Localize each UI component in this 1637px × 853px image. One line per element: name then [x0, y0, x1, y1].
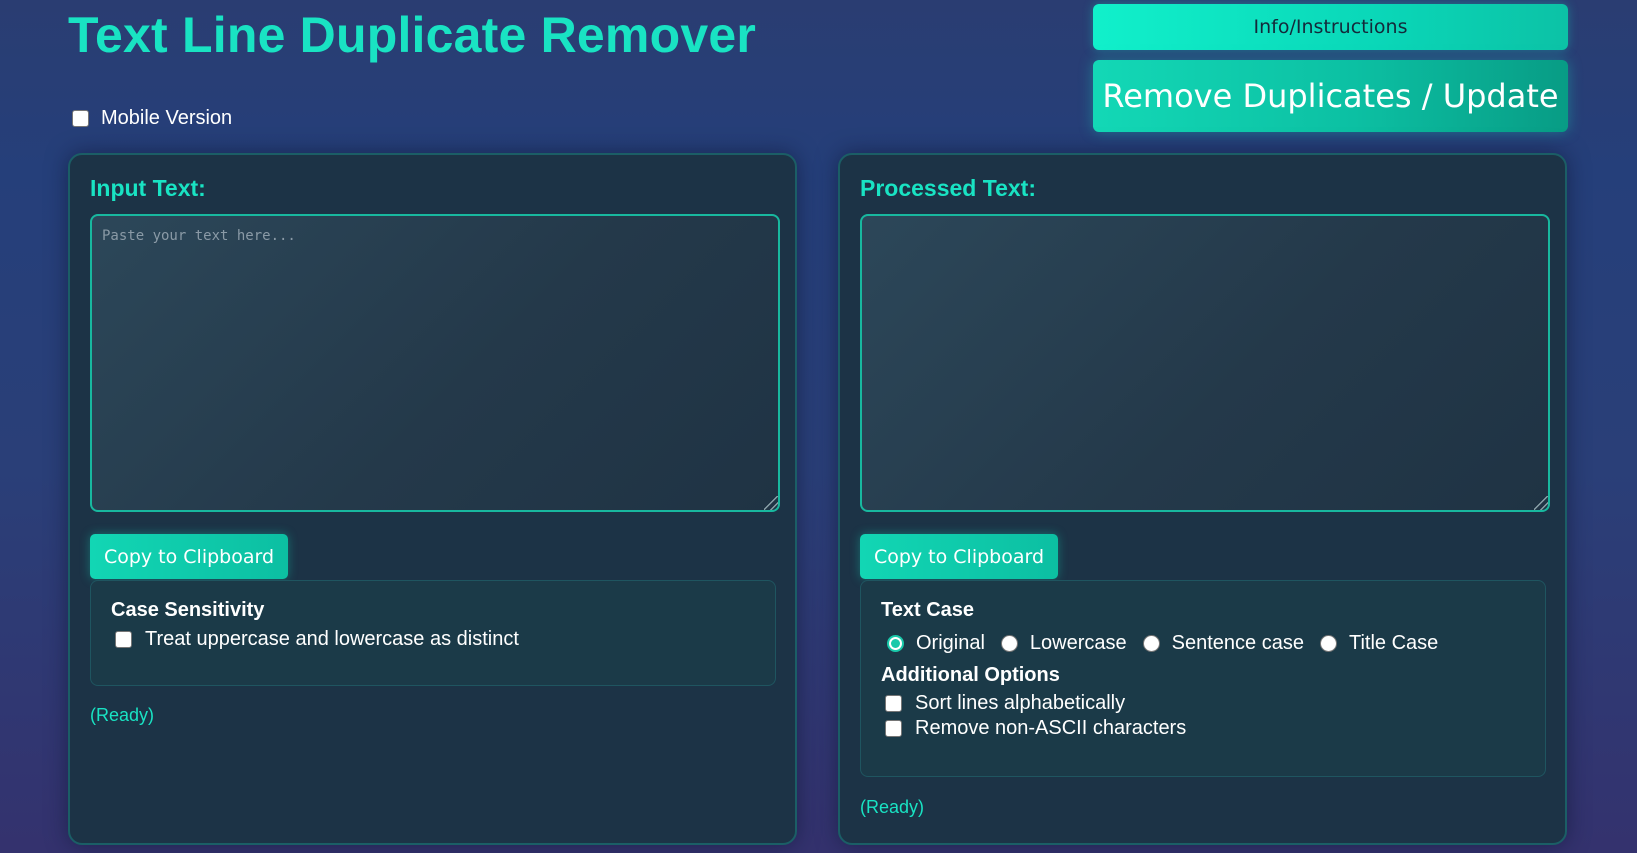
radio-lowercase-label: Lowercase	[1029, 632, 1127, 654]
radio-lowercase[interactable]	[1000, 635, 1018, 652]
text-case-title[interactable]: Title Case	[1319, 632, 1439, 655]
sort-lines-option[interactable]: Sort lines alphabetically	[885, 692, 1125, 715]
info-instructions-button[interactable]: Info/Instructions	[1093, 4, 1568, 50]
radio-sentence-case[interactable]	[1142, 635, 1160, 652]
text-case-sentence[interactable]: Sentence case	[1142, 632, 1304, 655]
remove-non-ascii-checkbox[interactable]	[885, 720, 902, 737]
remove-non-ascii-label: Remove non-ASCII characters	[915, 717, 1187, 739]
case-sensitive-label: Treat uppercase and lowercase as distinc…	[145, 628, 519, 650]
case-sensitivity-box: Case Sensitivity Treat uppercase and low…	[90, 580, 776, 686]
output-status: (Ready)	[860, 797, 925, 817]
radio-sentence-case-label: Sentence case	[1171, 632, 1304, 654]
radio-title-case[interactable]	[1319, 635, 1337, 652]
text-case-lowercase[interactable]: Lowercase	[1000, 632, 1127, 655]
processed-text-label: Processed Text:	[860, 175, 1036, 201]
copy-input-button[interactable]: Copy to Clipboard	[90, 534, 288, 579]
input-status: (Ready)	[90, 705, 155, 725]
case-sensitive-option[interactable]: Treat uppercase and lowercase as distinc…	[115, 628, 519, 651]
input-panel: Input Text: Copy to Clipboard Case Sensi…	[68, 153, 797, 845]
text-case-heading: Text Case	[881, 599, 975, 621]
text-case-radio-group: Original Lowercase Sentence case Title C…	[887, 632, 1454, 655]
page-title: Text Line Duplicate Remover	[68, 7, 756, 63]
output-options-box: Text Case Original Lowercase Sentence ca…	[860, 580, 1546, 777]
resize-handle-icon[interactable]	[764, 496, 778, 510]
input-text-label: Input Text:	[90, 175, 206, 201]
copy-output-button[interactable]: Copy to Clipboard	[860, 534, 1058, 579]
resize-handle-icon[interactable]	[1534, 496, 1548, 510]
remove-non-ascii-option[interactable]: Remove non-ASCII characters	[885, 717, 1186, 740]
radio-original-label: Original	[916, 632, 985, 654]
output-panel: Processed Text: Copy to Clipboard Text C…	[838, 153, 1567, 845]
radio-original[interactable]	[887, 635, 904, 652]
remove-duplicates-button[interactable]: Remove Duplicates / Update	[1093, 60, 1568, 132]
mobile-version-label: Mobile Version	[101, 107, 233, 129]
text-case-original[interactable]: Original	[887, 632, 985, 655]
case-sensitive-checkbox[interactable]	[115, 631, 132, 648]
mobile-version-toggle[interactable]: Mobile Version	[72, 107, 232, 130]
input-textarea[interactable]	[90, 214, 780, 512]
sort-lines-label: Sort lines alphabetically	[915, 692, 1126, 714]
sort-lines-checkbox[interactable]	[885, 695, 902, 712]
additional-options-heading: Additional Options	[881, 664, 1060, 686]
output-textarea[interactable]	[860, 214, 1550, 512]
mobile-version-checkbox[interactable]	[72, 110, 89, 127]
radio-title-case-label: Title Case	[1348, 632, 1439, 654]
case-sensitivity-heading: Case Sensitivity	[111, 599, 265, 621]
